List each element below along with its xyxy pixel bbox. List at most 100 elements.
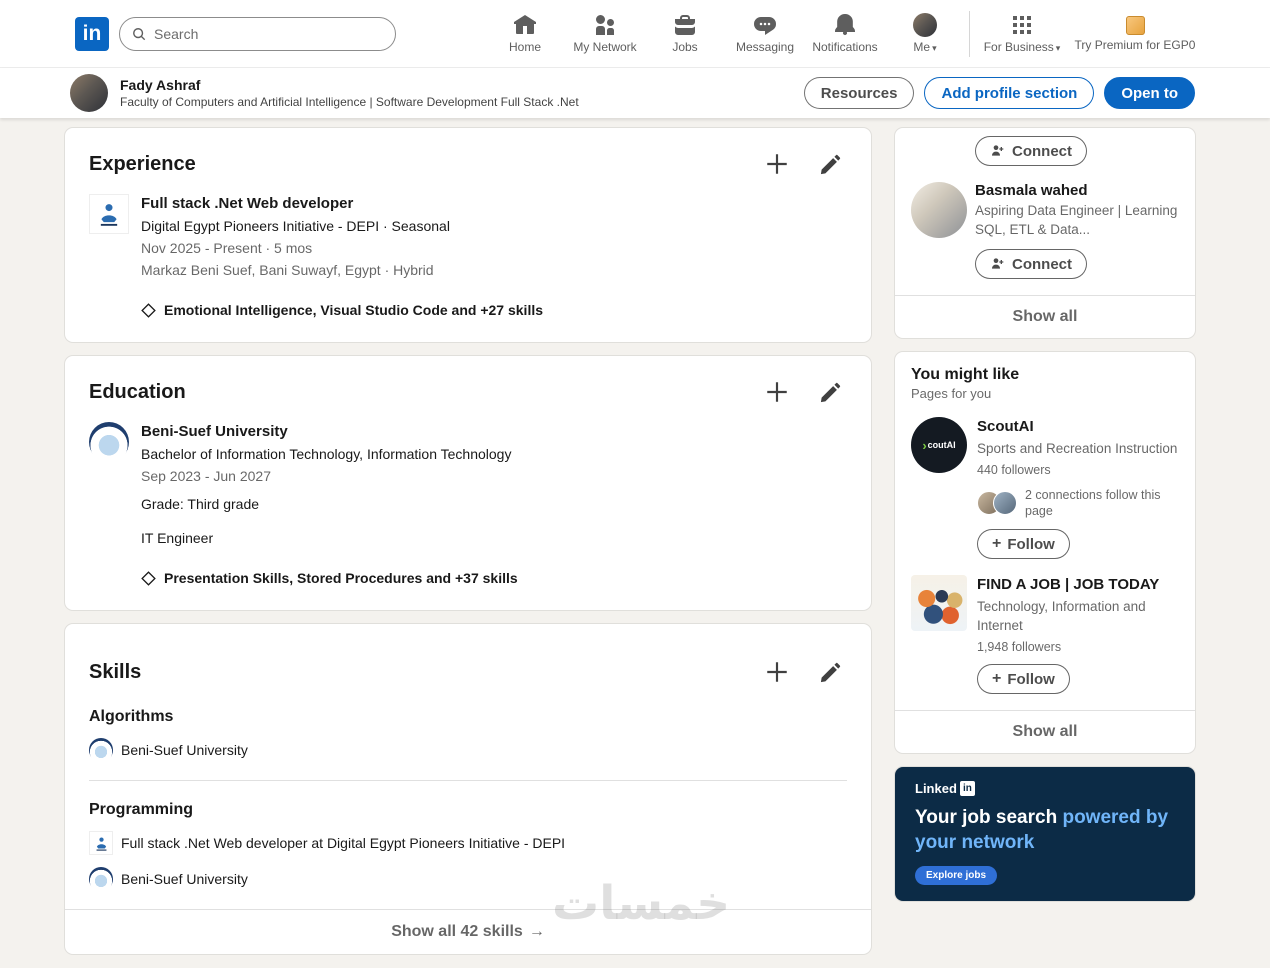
follow-button[interactable]: + Follow: [977, 529, 1070, 559]
edit-experience-button[interactable]: [815, 148, 847, 180]
follow-label: Follow: [1007, 670, 1055, 688]
caret-down-icon: ▾: [932, 42, 937, 53]
nav-me-label: Me ▾: [913, 39, 937, 54]
divider: [89, 780, 847, 781]
nav-try-premium-label: Try Premium for EGP0: [1074, 37, 1196, 52]
show-all-skills-button[interactable]: Show all 42 skills →: [65, 909, 871, 954]
nav-my-network[interactable]: My Network: [565, 0, 645, 68]
page-followers: 1,948 followers: [977, 640, 1062, 654]
nav-me[interactable]: Me ▾: [885, 0, 965, 68]
search-box[interactable]: [119, 16, 396, 51]
experience-skills-row[interactable]: Emotional Intelligence, Visual Studio Co…: [141, 302, 847, 318]
edit-education-button[interactable]: [815, 376, 847, 408]
home-icon: [513, 13, 537, 37]
nav-for-business-label: For Business ▾: [983, 39, 1061, 54]
connection-avatars: [977, 491, 1017, 515]
nav-my-network-label: My Network: [573, 40, 637, 54]
bell-icon: [833, 13, 857, 37]
profile-avatar[interactable]: [70, 74, 108, 112]
linkedin-logo[interactable]: in: [75, 16, 109, 51]
open-to-button[interactable]: Open to: [1104, 77, 1195, 109]
suggested-person-avatar[interactable]: [911, 182, 967, 238]
social-proof-text: 2 connections follow this page: [1025, 488, 1161, 518]
education-grade: Grade: Third grade: [141, 496, 260, 512]
experience-org: Digital Egypt Pioneers Initiative - DEPI…: [141, 218, 450, 234]
content: Experience Full stack .Net Web developer…: [0, 118, 1270, 968]
ad-banner[interactable]: Linked in Your job search powered by you…: [895, 767, 1195, 901]
skill-endorsement-item: Beni-Suef University: [89, 738, 847, 762]
skill-group-algorithms[interactable]: Algorithms: [89, 708, 847, 726]
nav-home[interactable]: Home: [485, 0, 565, 68]
nav-messaging[interactable]: Messaging: [725, 0, 805, 68]
show-all-people-button[interactable]: Show all: [895, 295, 1195, 338]
follow-button[interactable]: + Follow: [977, 664, 1070, 694]
skill-endorsement-text: Full stack .Net Web developer at Digital…: [121, 835, 566, 851]
person-plus-icon: [990, 143, 1006, 159]
education-degree: Bachelor of Information Technology, Info…: [141, 446, 512, 462]
experience-entry[interactable]: Full stack .Net Web developer Digital Eg…: [89, 194, 847, 318]
ad-headline: Your job search powered by your network: [915, 805, 1177, 855]
page-suggestion-entry: › coutAI ScoutAI Sports and Recreation In…: [895, 401, 1195, 559]
scoutai-logo[interactable]: › coutAI: [911, 417, 967, 473]
education-entry[interactable]: Beni-Suef University Bachelor of Informa…: [89, 422, 847, 586]
connect-button[interactable]: Connect: [975, 249, 1087, 279]
skill-endorsement-text: Beni-Suef University: [121, 871, 248, 887]
grid-icon: [1010, 13, 1034, 37]
depi-logo: [89, 831, 113, 855]
nav-divider: [969, 10, 970, 57]
right-sidebar: Connect Basmala wahed Aspiring Data Engi…: [895, 128, 1195, 915]
connect-button[interactable]: Connect: [975, 136, 1087, 166]
add-skill-button[interactable]: [761, 656, 793, 688]
suggestion-partial-entry: Connect: [895, 136, 1195, 176]
plus-icon: +: [992, 535, 1002, 552]
plus-icon: +: [992, 670, 1002, 687]
skill-endorsement-text: Beni-Suef University: [121, 742, 248, 758]
you-might-like-title: You might like: [911, 366, 1020, 383]
profile-sticky-header: Fady Ashraf Faculty of Computers and Art…: [0, 68, 1270, 118]
arrow-right-icon: →: [528, 923, 545, 940]
me-avatar: [913, 12, 937, 37]
add-experience-button[interactable]: [761, 148, 793, 180]
nav-items: Home My Network Jobs Messaging Notificat…: [485, 0, 965, 68]
you-might-like-card: You might like Pages for you › coutAI Sco…: [895, 352, 1195, 753]
find-a-job-logo[interactable]: [911, 575, 967, 631]
caret-down-icon: ▾: [1055, 42, 1061, 53]
premium-icon: [1125, 15, 1145, 35]
show-all-pages-button[interactable]: Show all: [895, 710, 1195, 753]
education-section: Education Beni-Suef University Bachelor …: [65, 356, 871, 610]
edit-skills-button[interactable]: [815, 656, 847, 688]
experience-skills-text: Emotional Intelligence, Visual Studio Co…: [164, 302, 544, 318]
resources-button[interactable]: Resources: [803, 77, 915, 109]
suggested-person-headline: Aspiring Data Engineer | Learning SQL, E…: [975, 203, 1178, 237]
briefcase-icon: [673, 13, 697, 37]
suggestion-entry: Basmala wahed Aspiring Data Engineer | L…: [895, 176, 1195, 279]
nav-for-business[interactable]: For Business ▾: [974, 0, 1070, 68]
chevron-mark-icon: ›: [922, 437, 927, 453]
page-name[interactable]: FIND A JOB | JOB TODAY: [977, 575, 1179, 595]
explore-jobs-button[interactable]: Explore jobs: [915, 866, 998, 885]
profile-name: Fady Ashraf: [120, 77, 201, 93]
beni-suef-university-logo: [89, 738, 113, 762]
education-skills-row[interactable]: Presentation Skills, Stored Procedures a…: [141, 570, 847, 586]
depi-logo: [89, 194, 129, 234]
nav-notifications[interactable]: Notifications: [805, 0, 885, 68]
experience-role: Full stack .Net Web developer: [141, 195, 354, 212]
skill-group-programming[interactable]: Programming: [89, 801, 847, 819]
suggested-person-name[interactable]: Basmala wahed: [975, 182, 1179, 199]
add-education-button[interactable]: [761, 376, 793, 408]
person-plus-icon: [990, 256, 1006, 272]
search-input[interactable]: [154, 25, 383, 42]
main-column: Experience Full stack .Net Web developer…: [65, 128, 871, 968]
connect-label: Connect: [1012, 142, 1072, 160]
skills-title: Skills: [89, 660, 142, 683]
connect-label: Connect: [1012, 255, 1072, 273]
nav-try-premium[interactable]: Try Premium for EGP0: [1070, 0, 1200, 68]
beni-suef-university-logo: [89, 867, 113, 891]
profile-header-actions: Resources Add profile section Open to: [803, 77, 1195, 109]
add-profile-section-button[interactable]: Add profile section: [924, 77, 1095, 109]
nav-jobs[interactable]: Jobs: [645, 0, 725, 68]
people-icon: [593, 13, 617, 37]
social-proof: 2 connections follow this page: [977, 487, 1180, 519]
page-followers: 440 followers: [977, 463, 1051, 477]
page-name[interactable]: ScoutAI: [977, 417, 1180, 437]
